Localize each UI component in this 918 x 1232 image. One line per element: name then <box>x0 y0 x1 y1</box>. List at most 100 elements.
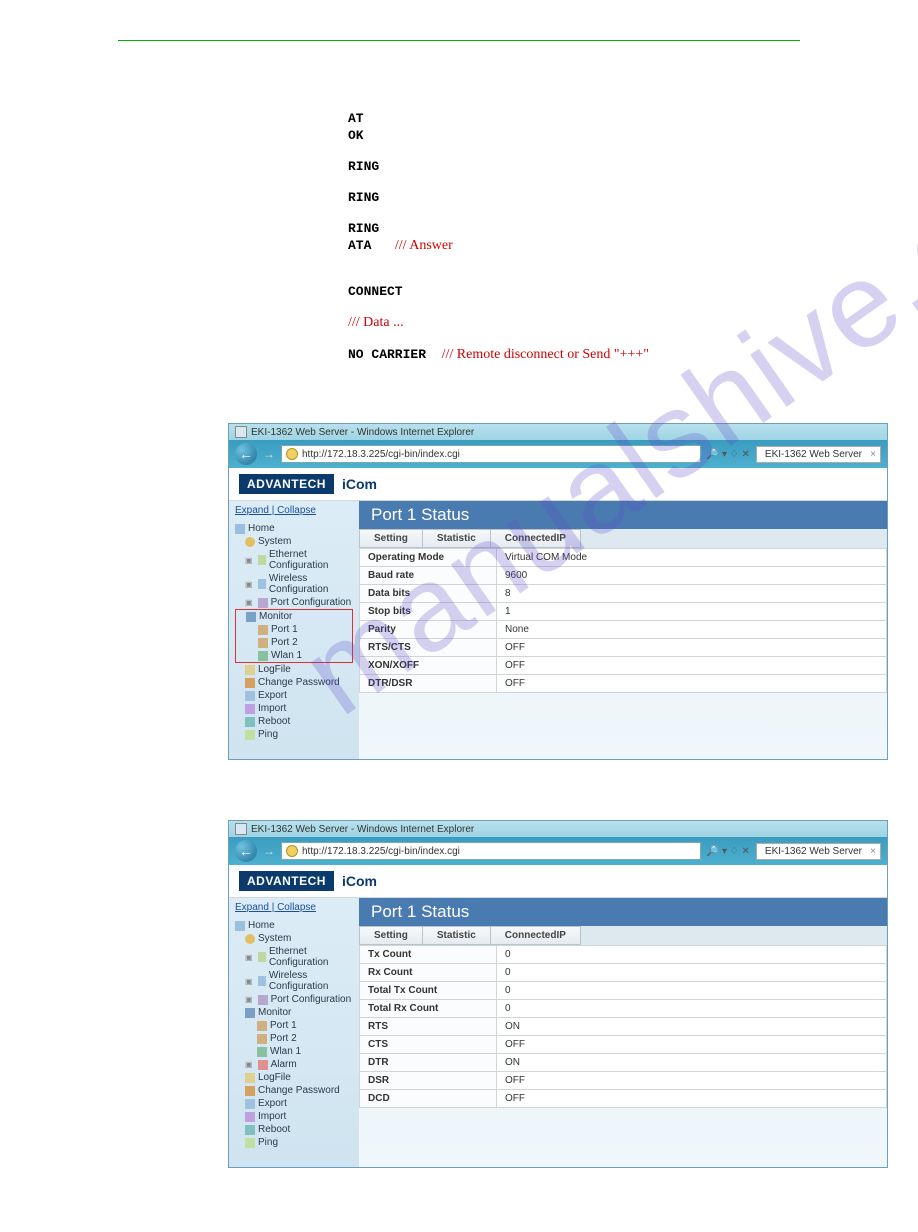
tab-setting[interactable]: Setting <box>359 529 423 548</box>
wlan-icon <box>257 1047 267 1057</box>
sidebar-item-ping[interactable]: Ping <box>235 1136 353 1149</box>
term-note: /// Remote disconnect or Send "+++" <box>442 347 649 362</box>
sidebar: Expand | Collapse Home System Ethernet C… <box>229 501 359 759</box>
port-icon <box>257 1034 267 1044</box>
ping-icon <box>245 1138 255 1148</box>
sidebar-item-monitor[interactable]: Monitor <box>235 1006 353 1019</box>
app-logo-bar: ADVANTECH iCom <box>229 865 887 898</box>
address-bar[interactable]: http://172.18.3.225/cgi-bin/index.cgi <box>281 445 701 463</box>
sidebar-item-home[interactable]: Home <box>235 919 353 932</box>
sidebar: Expand | Collapse Home System Ethernet C… <box>229 898 359 1167</box>
home-icon <box>235 524 245 534</box>
back-button[interactable]: ← <box>235 443 257 465</box>
export-icon <box>245 1099 255 1109</box>
ethernet-icon <box>258 555 266 565</box>
port-icon <box>257 1021 267 1031</box>
tab-title: EKI-1362 Web Server <box>765 449 862 460</box>
sidebar-item-changepassword[interactable]: Change Password <box>235 1084 353 1097</box>
tab-statistic[interactable]: Statistic <box>423 926 491 945</box>
window-title: EKI-1362 Web Server - Windows Internet E… <box>251 824 474 835</box>
sidebar-item-wireless[interactable]: Wireless Configuration <box>235 572 353 596</box>
reboot-icon <box>245 1125 255 1135</box>
sidebar-item-wireless[interactable]: Wireless Configuration <box>235 969 353 993</box>
back-button[interactable]: ← <box>235 840 257 862</box>
sidebar-item-export[interactable]: Export <box>235 689 353 702</box>
tab-close-icon[interactable]: × <box>870 846 876 857</box>
expand-link[interactable]: Expand <box>235 902 269 913</box>
url-text: http://172.18.3.225/cgi-bin/index.cgi <box>302 449 460 460</box>
toolbar-controls[interactable]: 🔎 ▾ ♢ ✕ <box>707 846 750 857</box>
url-text: http://172.18.3.225/cgi-bin/index.cgi <box>302 846 460 857</box>
sidebar-item-reboot[interactable]: Reboot <box>235 1123 353 1136</box>
collapse-link[interactable]: Collapse <box>277 505 316 516</box>
sidebar-item-port1[interactable]: Port 1 <box>236 623 352 636</box>
content-panel: Port 1 Status Setting Statistic Connecte… <box>359 501 887 759</box>
toolbar-controls[interactable]: 🔎 ▾ ♢ ✕ <box>707 449 750 460</box>
sidebar-item-import[interactable]: Import <box>235 702 353 715</box>
term-line: NO CARRIER /// Remote disconnect or Send… <box>348 347 918 363</box>
sidebar-item-logfile[interactable]: LogFile <box>235 663 353 676</box>
table-row: RTSON <box>360 1018 887 1036</box>
table-row: Data bits8 <box>360 585 887 603</box>
forward-button[interactable]: → <box>263 844 275 858</box>
table-row: ParityNone <box>360 621 887 639</box>
term-line: ATA /// Answer <box>348 238 918 254</box>
sidebar-item-portconf[interactable]: Port Configuration <box>235 993 353 1006</box>
collapse-link[interactable]: Collapse <box>277 902 316 913</box>
browser-tab[interactable]: EKI-1362 Web Server × <box>756 446 881 463</box>
wifi-icon <box>258 976 266 986</box>
term-line: OK <box>348 128 918 143</box>
sidebar-item-port1[interactable]: Port 1 <box>235 1019 353 1032</box>
app-logo-bar: ADVANTECH iCom <box>229 468 887 501</box>
term-note: /// Answer <box>395 238 453 253</box>
tab-connectedip[interactable]: ConnectedIP <box>491 529 581 548</box>
tab-connectedip[interactable]: ConnectedIP <box>491 926 581 945</box>
sidebar-item-ethernet[interactable]: Ethernet Configuration <box>235 945 353 969</box>
sidebar-item-export[interactable]: Export <box>235 1097 353 1110</box>
tab-statistic[interactable]: Statistic <box>423 529 491 548</box>
sidebar-item-home[interactable]: Home <box>235 522 353 535</box>
tab-close-icon[interactable]: × <box>870 449 876 460</box>
status-table: Tx Count0 Rx Count0 Total Tx Count0 Tota… <box>359 945 887 1108</box>
sidebar-item-import[interactable]: Import <box>235 1110 353 1123</box>
expand-link[interactable]: Expand <box>235 505 269 516</box>
sidebar-item-ethernet[interactable]: Ethernet Configuration <box>235 548 353 572</box>
table-row: Total Rx Count0 <box>360 1000 887 1018</box>
sidebar-item-logfile[interactable]: LogFile <box>235 1071 353 1084</box>
export-icon <box>245 691 255 701</box>
address-bar[interactable]: http://172.18.3.225/cgi-bin/index.cgi <box>281 842 701 860</box>
sidebar-item-alarm[interactable]: Alarm <box>235 1058 353 1071</box>
table-row: DCDOFF <box>360 1090 887 1108</box>
port-icon <box>258 995 268 1005</box>
forward-button[interactable]: → <box>263 447 275 461</box>
window-titlebar: EKI-1362 Web Server - Windows Internet E… <box>229 424 887 440</box>
browser-window-2: EKI-1362 Web Server - Windows Internet E… <box>228 820 888 1168</box>
sidebar-item-port2[interactable]: Port 2 <box>236 636 352 649</box>
top-divider <box>118 40 800 41</box>
sidebar-item-reboot[interactable]: Reboot <box>235 715 353 728</box>
gear-icon <box>245 934 255 944</box>
sidebar-item-wlan1[interactable]: Wlan 1 <box>235 1045 353 1058</box>
sidebar-item-system[interactable]: System <box>235 535 353 548</box>
sidebar-item-ping[interactable]: Ping <box>235 728 353 741</box>
browser-tab[interactable]: EKI-1362 Web Server × <box>756 843 881 860</box>
icom-logo: iCom <box>342 873 377 889</box>
sidebar-item-system[interactable]: System <box>235 932 353 945</box>
key-icon <box>245 1086 255 1096</box>
expand-collapse-links: Expand | Collapse <box>235 505 353 516</box>
term-line: CONNECT <box>348 284 918 299</box>
alarm-icon <box>258 1060 268 1070</box>
sidebar-item-monitor[interactable]: Monitor <box>236 610 352 623</box>
sidebar-item-portconf[interactable]: Port Configuration <box>235 596 353 609</box>
tab-title: EKI-1362 Web Server <box>765 846 862 857</box>
gear-icon <box>245 537 255 547</box>
table-row: Stop bits1 <box>360 603 887 621</box>
panel-title: Port 1 Status <box>359 898 887 926</box>
address-bar-row: ← → http://172.18.3.225/cgi-bin/index.cg… <box>229 837 887 865</box>
sidebar-item-port2[interactable]: Port 2 <box>235 1032 353 1045</box>
globe-icon <box>286 845 298 857</box>
expand-collapse-links: Expand | Collapse <box>235 902 353 913</box>
sidebar-item-changepassword[interactable]: Change Password <box>235 676 353 689</box>
tab-setting[interactable]: Setting <box>359 926 423 945</box>
sidebar-item-wlan1[interactable]: Wlan 1 <box>236 649 352 662</box>
